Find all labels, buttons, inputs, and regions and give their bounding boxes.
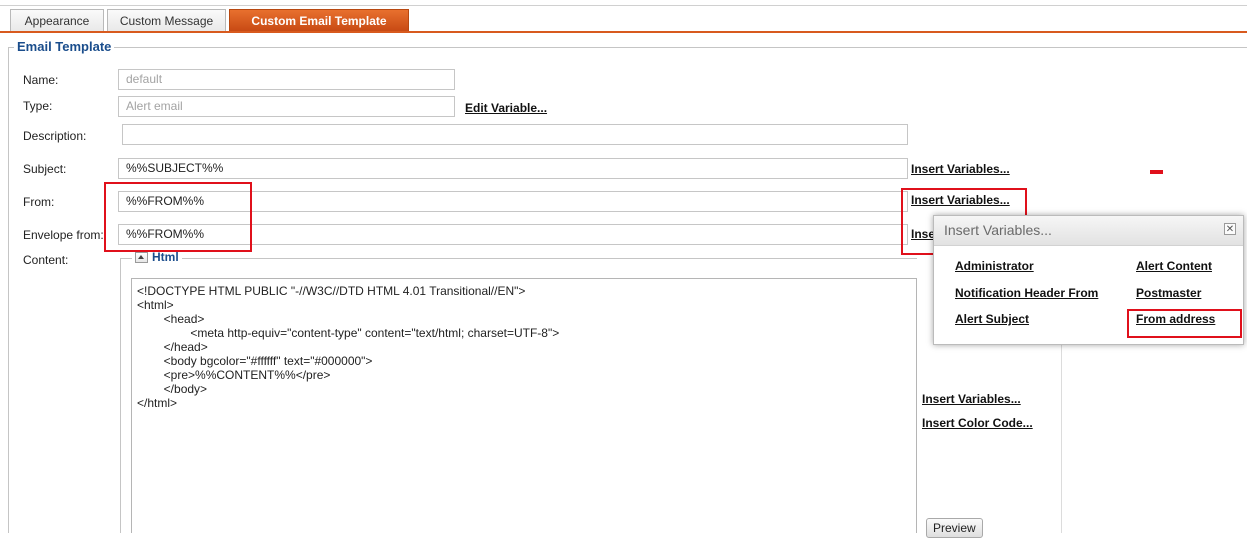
html-section-legend[interactable]: Html: [132, 250, 182, 264]
name-field[interactable]: default: [118, 69, 455, 90]
description-field[interactable]: [122, 124, 908, 145]
subject-field[interactable]: %%SUBJECT%%: [118, 158, 908, 179]
column-divider: [1061, 345, 1062, 533]
code-line: <body bgcolor="#ffffff" text="#000000">: [137, 354, 373, 368]
subject-label: Subject:: [23, 162, 67, 176]
variable-administrator[interactable]: Administrator: [955, 259, 1034, 273]
envelope-from-label: Envelope from:: [23, 228, 104, 242]
code-line: <pre>%%CONTENT%%</pre>: [137, 368, 331, 382]
highlight-from-address: [1127, 309, 1242, 338]
tab-appearance[interactable]: Appearance: [10, 9, 104, 31]
type-field[interactable]: Alert email: [118, 96, 455, 117]
variable-alert-subject[interactable]: Alert Subject: [955, 312, 1029, 326]
from-label: From:: [23, 195, 55, 209]
type-label: Type:: [23, 99, 53, 113]
code-line: <head>: [137, 312, 205, 326]
variable-postmaster[interactable]: Postmaster: [1136, 286, 1201, 300]
html-fieldset-border-left: [120, 258, 121, 533]
tab-custom-message[interactable]: Custom Message: [107, 9, 226, 31]
variable-alert-content[interactable]: Alert Content: [1136, 259, 1212, 273]
edit-variable-link[interactable]: Edit Variable...: [465, 101, 547, 115]
code-line: </head>: [137, 340, 208, 354]
code-line: </html>: [137, 396, 178, 410]
html-fieldset-border-top: [120, 258, 917, 259]
html-code-editor[interactable]: <!DOCTYPE HTML PUBLIC "-//W3C//DTD HTML …: [131, 278, 917, 533]
close-icon[interactable]: ✕: [1224, 223, 1236, 235]
code-line: <meta http-equiv="content-type" content=…: [137, 326, 560, 340]
collapse-toggle-icon[interactable]: [135, 252, 148, 264]
fieldset-legend-email-template: Email Template: [14, 39, 115, 54]
description-label: Description:: [23, 129, 87, 143]
tab-custom-email-template[interactable]: Custom Email Template: [229, 9, 409, 31]
fieldset-border-top: [8, 47, 1247, 48]
insert-color-code-link[interactable]: Insert Color Code...: [922, 416, 1033, 430]
dialog-titlebar[interactable]: Insert Variables... ✕: [934, 216, 1243, 246]
variable-notification-header-from[interactable]: Notification Header From: [955, 286, 1098, 300]
red-dash-mark: [1150, 170, 1163, 174]
content-label: Content:: [23, 253, 69, 267]
html-legend-label: Html: [152, 250, 179, 264]
name-label: Name:: [23, 73, 59, 87]
tab-bar-underline: [0, 31, 1247, 33]
code-line: <!DOCTYPE HTML PUBLIC "-//W3C//DTD HTML …: [137, 284, 526, 298]
dialog-title: Insert Variables...: [944, 222, 1052, 238]
code-line: </body>: [137, 382, 208, 396]
fieldset-border-left: [8, 47, 9, 533]
code-line: <html>: [137, 298, 174, 312]
content-insert-variables-link[interactable]: Insert Variables...: [922, 392, 1021, 406]
highlight-from-fields: [104, 182, 252, 252]
subject-insert-variables-link[interactable]: Insert Variables...: [911, 162, 1010, 176]
preview-button[interactable]: Preview: [926, 518, 983, 538]
top-divider: [0, 5, 1247, 6]
